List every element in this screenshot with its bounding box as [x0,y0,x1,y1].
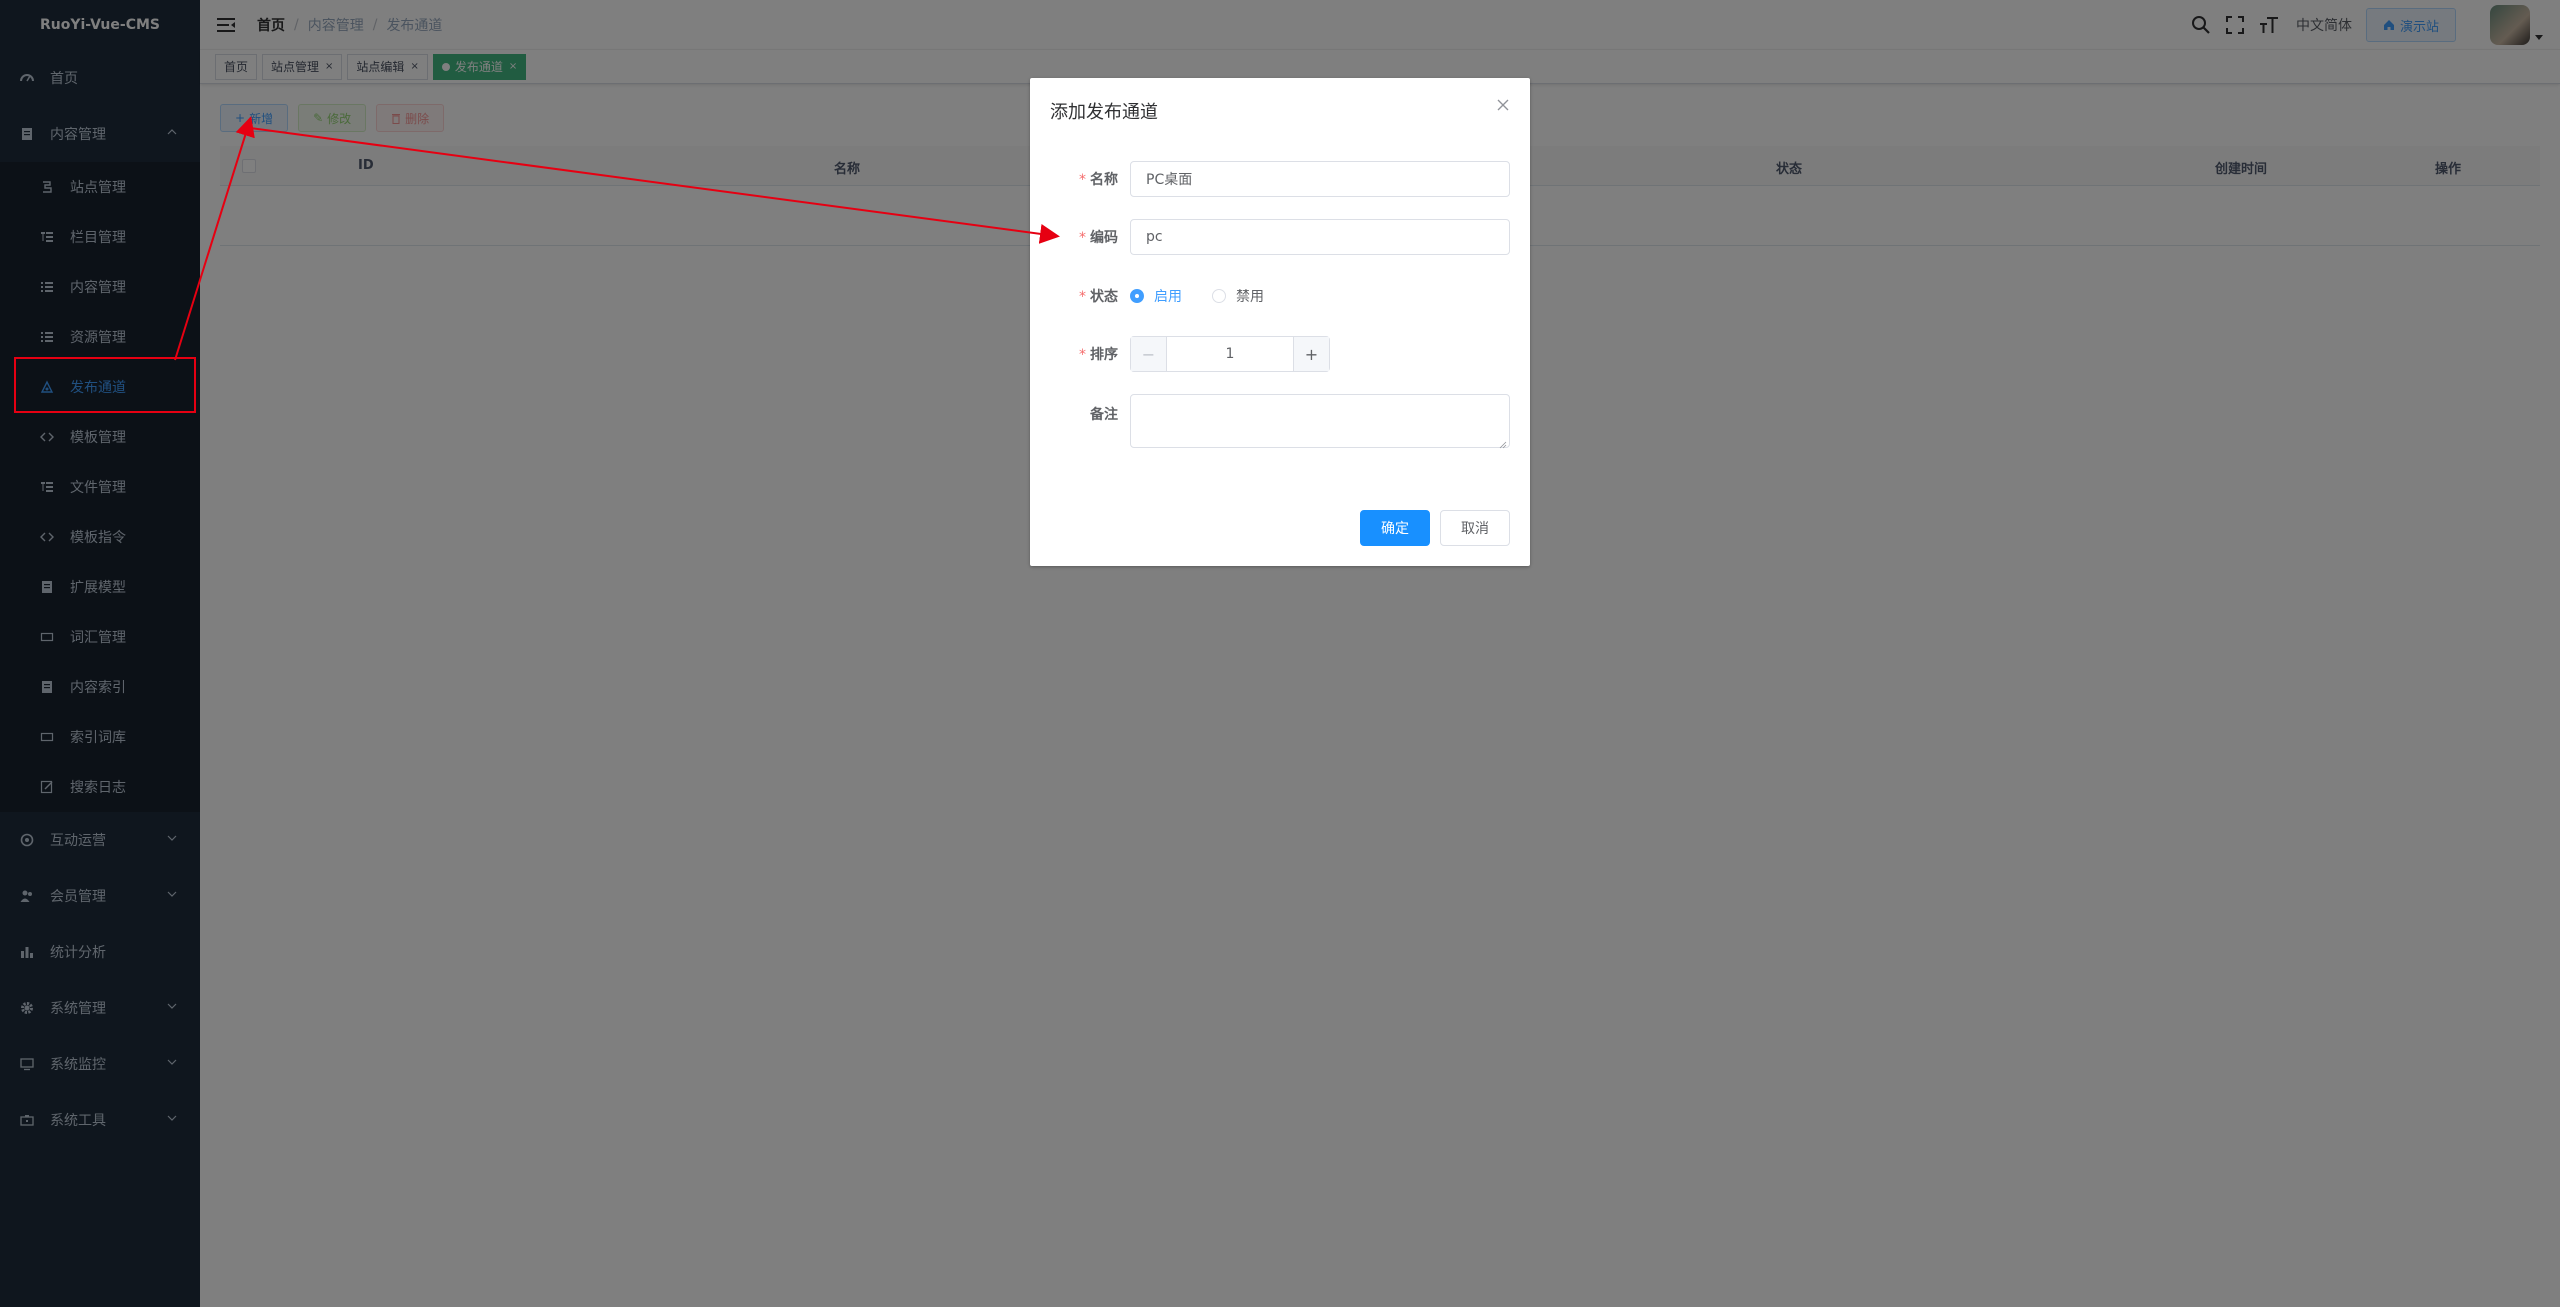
dialog-title: 添加发布通道 [1050,102,1158,123]
radio-label: 启用 [1154,289,1182,305]
sort-label: * 排序 [1030,344,1130,364]
status-label-text: 状态 [1090,289,1118,305]
resize-grip-icon[interactable] [1499,437,1507,449]
sort-stepper: − 1 + [1130,336,1330,372]
dialog-footer: 确定 取消 [1350,510,1510,546]
required-mark: * [1079,172,1086,188]
required-mark: * [1079,289,1086,305]
radio-label: 禁用 [1236,289,1264,305]
status-disabled-radio[interactable]: 禁用 [1212,286,1264,306]
name-input[interactable]: PC桌面 [1130,161,1510,197]
increment-button[interactable]: + [1293,337,1329,371]
code-input[interactable]: pc [1130,219,1510,255]
required-mark: * [1079,230,1086,246]
confirm-button[interactable]: 确定 [1360,510,1430,546]
sort-value-input[interactable]: 1 [1167,337,1293,371]
form-row-code: * 编码 pc [1030,219,1530,255]
sort-label-text: 排序 [1090,347,1118,363]
status-label: * 状态 [1030,286,1130,306]
cancel-button[interactable]: 取消 [1440,510,1510,546]
decrement-button[interactable]: − [1131,337,1167,371]
name-label: * 名称 [1030,169,1130,189]
status-enabled-radio[interactable]: 启用 [1130,286,1182,306]
add-channel-dialog: 添加发布通道 * 名称 PC桌面 * 编码 pc * 状态 启用 禁用 * 排序 − 1… [1030,78,1530,566]
code-label-text: 编码 [1090,230,1118,246]
radio-circle [1212,289,1226,303]
radio-circle [1130,289,1144,303]
close-icon[interactable] [1496,98,1510,112]
form-row-sort: * 排序 − 1 + [1030,336,1530,372]
form-row-name: * 名称 PC桌面 [1030,161,1530,197]
highlight-box [14,357,196,413]
remark-label: 备注 [1090,407,1118,423]
code-label: * 编码 [1030,227,1130,247]
name-label-text: 名称 [1090,172,1118,188]
form-row-remark: 备注 [1030,394,1530,449]
remark-textarea[interactable] [1130,394,1510,449]
required-mark: * [1079,347,1086,363]
form-row-status: * 状态 启用 禁用 [1030,278,1530,314]
